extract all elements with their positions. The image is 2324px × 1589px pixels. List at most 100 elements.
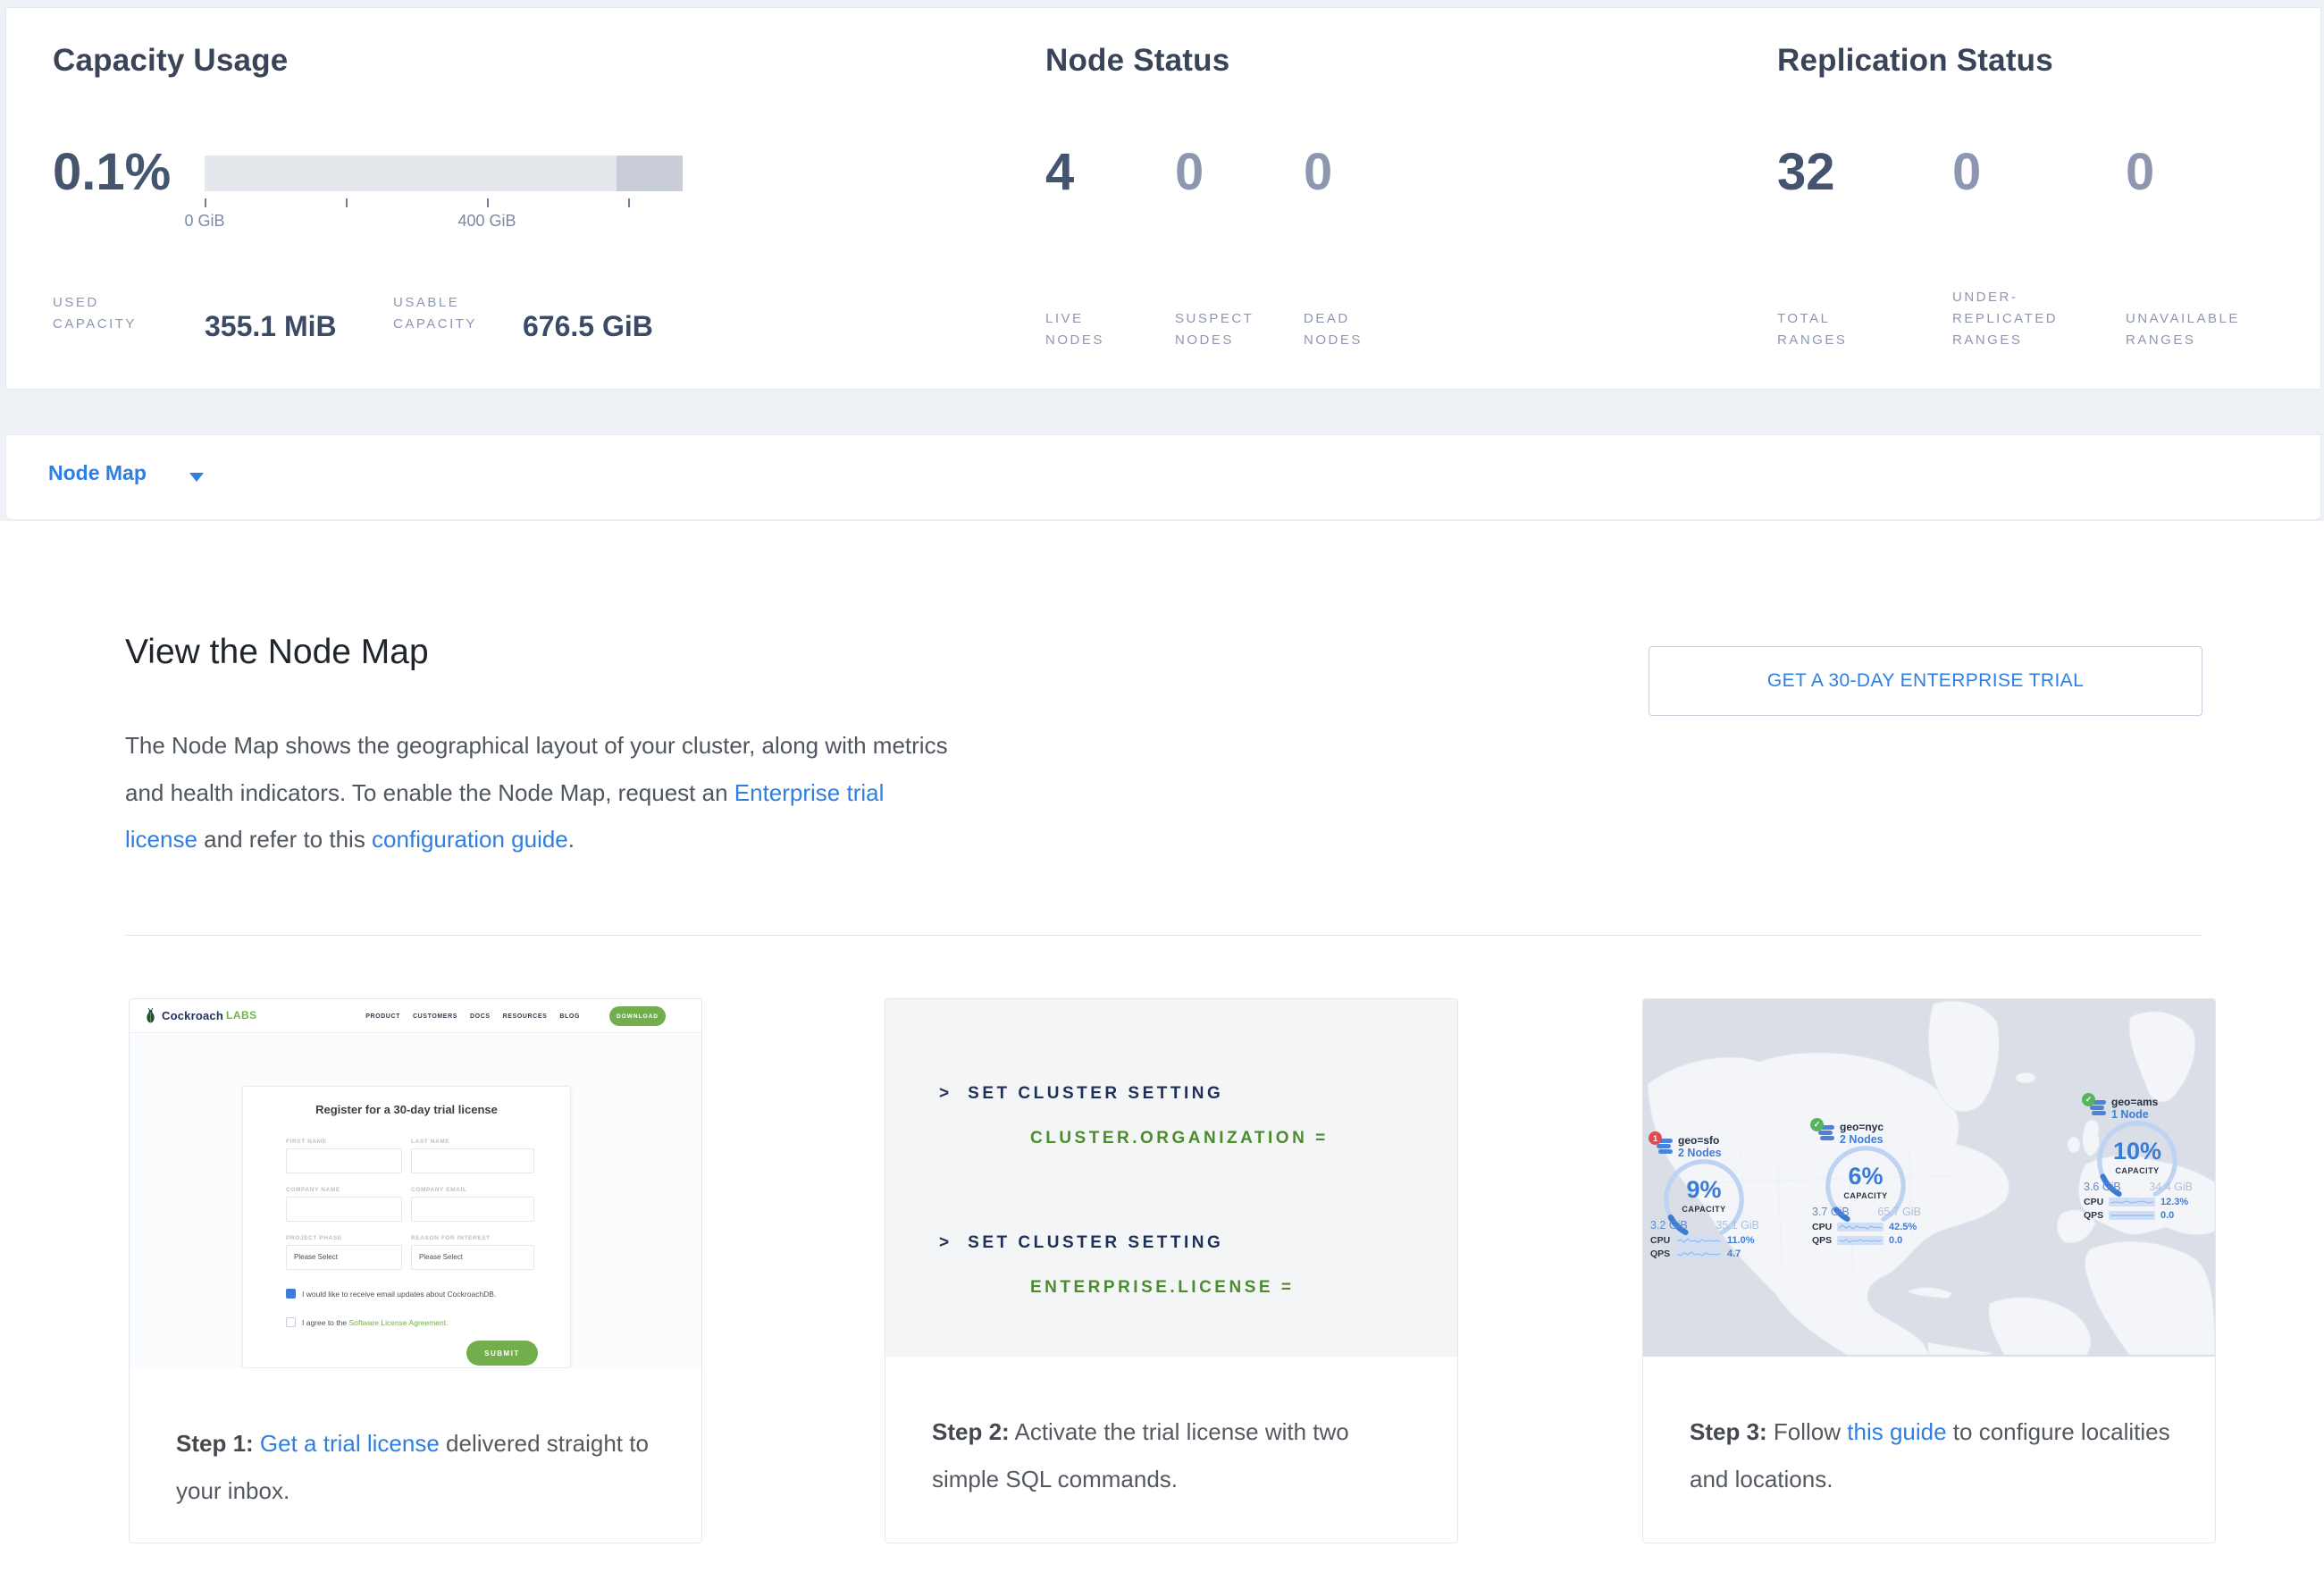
- minisite-nav-item: CUSTOMERS: [413, 1013, 457, 1020]
- capacity-bar-used-segment: [617, 156, 683, 191]
- qps-label: QPS: [2084, 1210, 2109, 1221]
- qps-sparkline: [1675, 1249, 1722, 1258]
- under-replicated-ranges-value: 0: [1952, 142, 1981, 202]
- node-map-dropdown[interactable]: Node Map: [48, 461, 147, 485]
- qps-sparkline: [1837, 1236, 1884, 1245]
- total-gib: 65.7 GiB: [1877, 1206, 1921, 1218]
- unavailable-ranges-label: UNAVAILABLE RANGES: [2126, 308, 2295, 351]
- used-gib: 3.2 GiB: [1650, 1219, 1688, 1232]
- minisite-download-button: DOWNLOAD: [609, 1006, 666, 1026]
- capacity-percent: 0.1%: [53, 142, 171, 202]
- sql-statement-line: > SET CLUSTER SETTING: [939, 1084, 1223, 1104]
- axis-tick: [346, 198, 348, 207]
- node-map-screenshot: 1 geo=sfo 2 Nodes 9% CAPACITY 3.2 GiB 35…: [1643, 999, 2215, 1357]
- enterprise-trial-button[interactable]: GET A 30-DAY ENTERPRISE TRIAL: [1649, 646, 2202, 716]
- logo-suffix: LABS: [226, 1009, 257, 1022]
- cockroach-bug-icon: [144, 1007, 157, 1023]
- cpu-value: 11.0%: [1727, 1235, 1755, 1246]
- section-divider: [125, 935, 2202, 936]
- checkbox-checked-icon: [286, 1289, 296, 1299]
- step3-text: Follow: [1767, 1418, 1848, 1445]
- form-field-label: COMPANY EMAIL: [411, 1187, 534, 1193]
- cpu-label: CPU: [1812, 1222, 1837, 1232]
- map-marker-nyc: geo=nyc 2 Nodes 6% CAPACITY 3.7 GiB 65.7…: [1810, 1118, 1928, 1270]
- optin-text: I would like to receive email updates ab…: [302, 1290, 496, 1299]
- step1-card: Cockroach LABS PRODUCT CUSTOMERS DOCS RE…: [129, 998, 702, 1543]
- capacity-values: 3.2 GiB 35.1 GiB: [1650, 1219, 1759, 1232]
- trial-license-form: Register for a 30-day trial license FIRS…: [242, 1086, 571, 1368]
- used-gib: 3.7 GiB: [1812, 1206, 1850, 1218]
- axis-tick: [487, 198, 489, 207]
- form-field-label: LAST NAME: [411, 1139, 534, 1145]
- live-nodes-value: 4: [1045, 142, 1074, 202]
- step1-caption: Step 1: Get a trial license delivered st…: [130, 1368, 701, 1543]
- cpu-value: 42.5%: [1889, 1222, 1917, 1232]
- map-marker-sfo: 1 geo=sfo 2 Nodes 9% CAPACITY 3.2 GiB 35…: [1649, 1131, 1766, 1283]
- capacity-label: CAPACITY: [1823, 1191, 1909, 1200]
- chevron-down-icon[interactable]: [189, 473, 204, 482]
- get-trial-license-link[interactable]: Get a trial license: [260, 1430, 440, 1457]
- total-gib: 34.4 GiB: [2149, 1181, 2193, 1193]
- capacity-bar: [205, 156, 683, 191]
- warning-badge: 1: [1649, 1131, 1662, 1145]
- minisite-nav-item: PRODUCT: [365, 1013, 400, 1020]
- agree-text-pre: I agree to the: [302, 1318, 348, 1327]
- axis-tick: [205, 198, 206, 207]
- node-map-description: The Node Map shows the geographical layo…: [125, 722, 956, 863]
- submit-button: SUBMIT: [466, 1341, 538, 1366]
- license-agree-row: I agree to the Software License Agreemen…: [286, 1317, 449, 1327]
- step3-caption: Step 3: Follow this guide to configure l…: [1643, 1357, 2215, 1543]
- node-status-title: Node Status: [1045, 43, 1229, 79]
- qps-metric-row: QPS 4.7: [1650, 1248, 1763, 1259]
- qps-sparkline: [2109, 1211, 2155, 1220]
- step1-prefix: Step 1:: [176, 1430, 254, 1457]
- step3-prefix: Step 3:: [1690, 1418, 1767, 1445]
- axis-tick-label: 0 GiB: [142, 212, 267, 231]
- capacity-label: CAPACITY: [2094, 1166, 2180, 1175]
- configuration-guide-link[interactable]: configuration guide: [372, 826, 568, 853]
- cpu-metric-row: CPU 42.5%: [1812, 1222, 1925, 1232]
- minisite-nav-item: RESOURCES: [503, 1013, 548, 1020]
- form-input: [411, 1197, 534, 1222]
- capacity-values: 3.7 GiB 65.7 GiB: [1812, 1206, 1921, 1218]
- check-icon: [2082, 1093, 2095, 1106]
- qps-metric-row: QPS 0.0: [2084, 1210, 2196, 1221]
- form-field-label: PROJECT PHASE: [286, 1235, 402, 1241]
- qps-value: 0.0: [1889, 1235, 1902, 1246]
- form-field-label: COMPANY NAME: [286, 1187, 402, 1193]
- total-ranges-label: TOTAL RANGES: [1777, 308, 1884, 351]
- form-select: Please Select: [286, 1245, 402, 1270]
- registration-screenshot: Cockroach LABS PRODUCT CUSTOMERS DOCS RE…: [130, 999, 701, 1368]
- total-ranges-value: 32: [1777, 142, 1835, 202]
- cluster-overview-page: Capacity Usage 0.1% 0 GiB 400 GiB USED C…: [0, 0, 2324, 1589]
- live-nodes-label: LIVE NODES: [1045, 308, 1135, 351]
- qps-label: QPS: [1650, 1248, 1675, 1259]
- sql-arg-line: ENTERPRISE.LICENSE =: [1030, 1278, 1294, 1298]
- qps-value: 0.0: [2160, 1210, 2174, 1221]
- form-select: Please Select: [411, 1245, 534, 1270]
- form-field-label: REASON FOR INTEREST: [411, 1235, 534, 1241]
- check-icon: [1810, 1118, 1824, 1131]
- cpu-value: 12.3%: [2160, 1197, 2188, 1207]
- description-text: and refer to this: [197, 826, 372, 853]
- step1-text: [254, 1430, 260, 1457]
- license-agreement-link: Software License Agreement.: [348, 1318, 448, 1327]
- cpu-metric-row: CPU 11.0%: [1650, 1235, 1763, 1246]
- unavailable-ranges-value: 0: [2126, 142, 2154, 202]
- logo-text: Cockroach: [162, 1009, 223, 1022]
- qps-label: QPS: [1812, 1235, 1837, 1246]
- form-input: [286, 1148, 402, 1173]
- cpu-sparkline: [1837, 1223, 1884, 1232]
- this-guide-link[interactable]: this guide: [1847, 1418, 1946, 1445]
- locality-name: geo=nyc: [1840, 1121, 1884, 1133]
- capacity-values: 3.6 GiB 34.4 GiB: [2084, 1181, 2193, 1193]
- minisite-nav: PRODUCT CUSTOMERS DOCS RESOURCES BLOG: [365, 999, 580, 1033]
- replication-status-title: Replication Status: [1777, 43, 2053, 79]
- cpu-sparkline: [1675, 1236, 1722, 1245]
- checkbox-empty-icon: [286, 1317, 296, 1327]
- locality-name: geo=sfo: [1678, 1134, 1719, 1147]
- usable-capacity-label: USABLE CAPACITY: [393, 292, 509, 335]
- qps-value: 4.7: [1727, 1248, 1741, 1259]
- cpu-sparkline: [2109, 1198, 2155, 1206]
- agree-text: I agree to the Software License Agreemen…: [302, 1318, 449, 1327]
